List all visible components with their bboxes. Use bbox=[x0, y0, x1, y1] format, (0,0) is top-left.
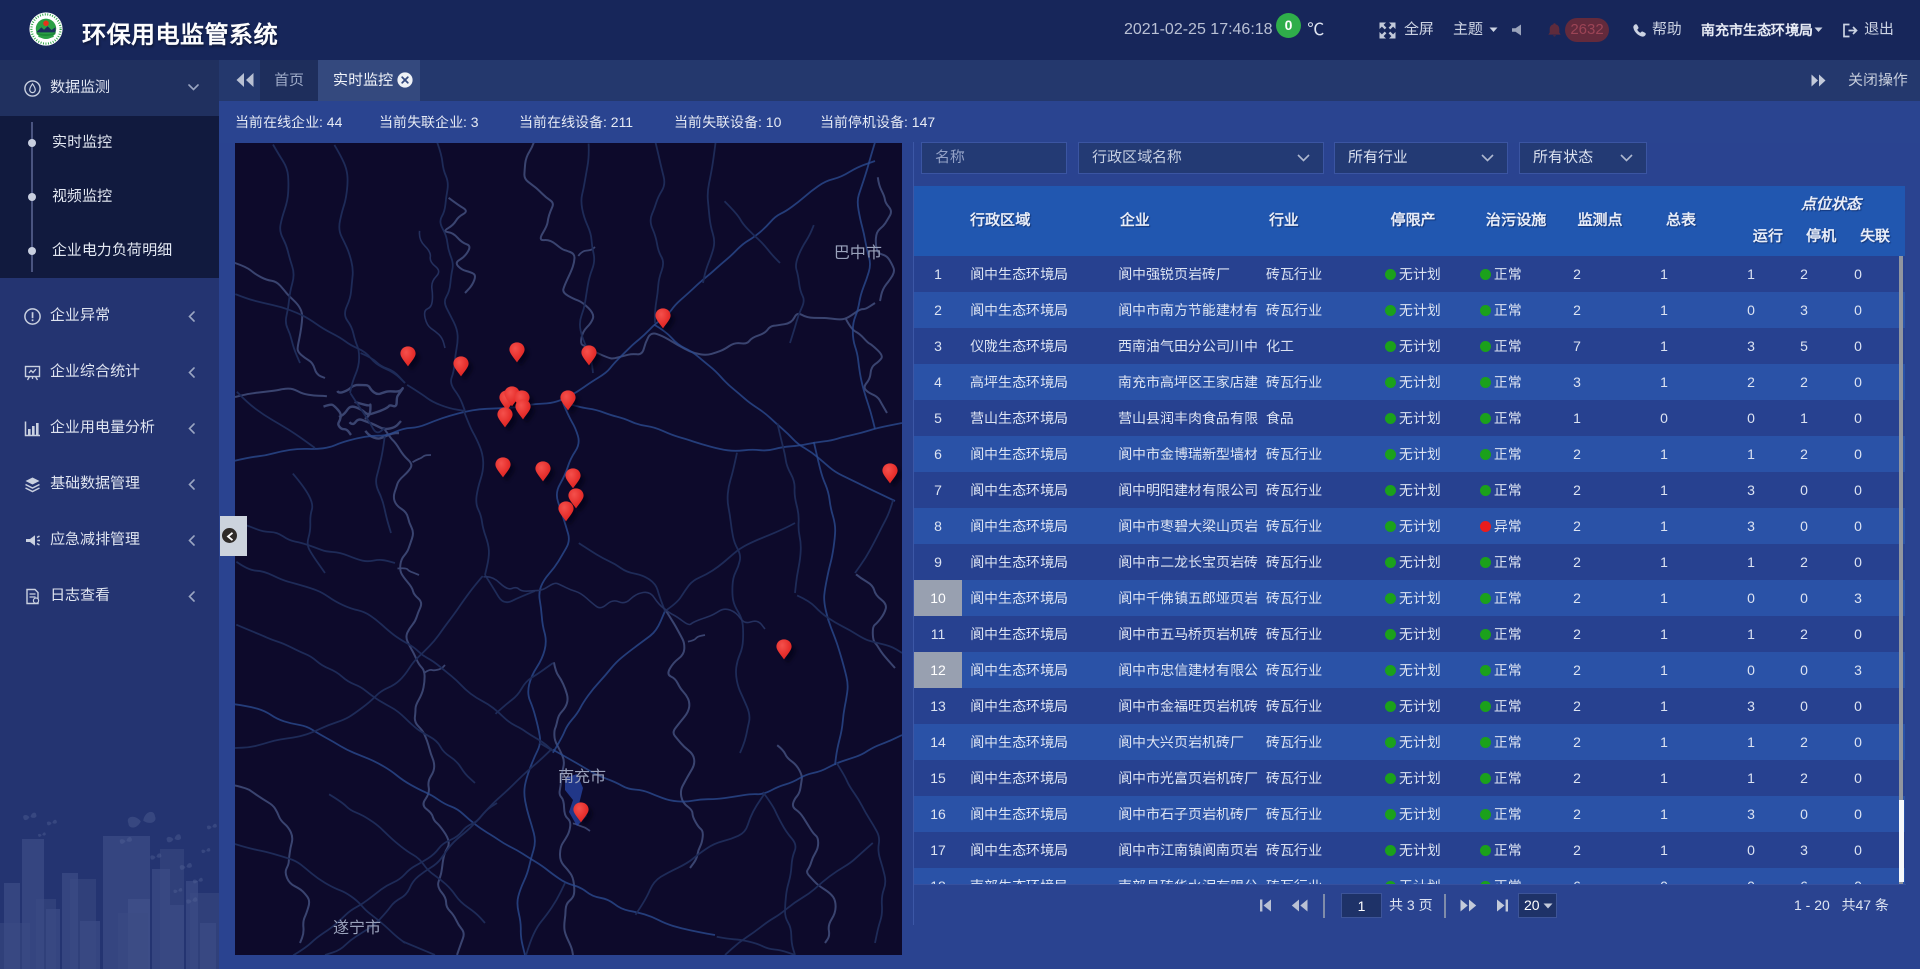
svg-text:巴中市: 巴中市 bbox=[834, 239, 882, 263]
svg-text:遂宁市: 遂宁市 bbox=[333, 914, 381, 938]
svg-text:南充市: 南充市 bbox=[558, 763, 606, 787]
